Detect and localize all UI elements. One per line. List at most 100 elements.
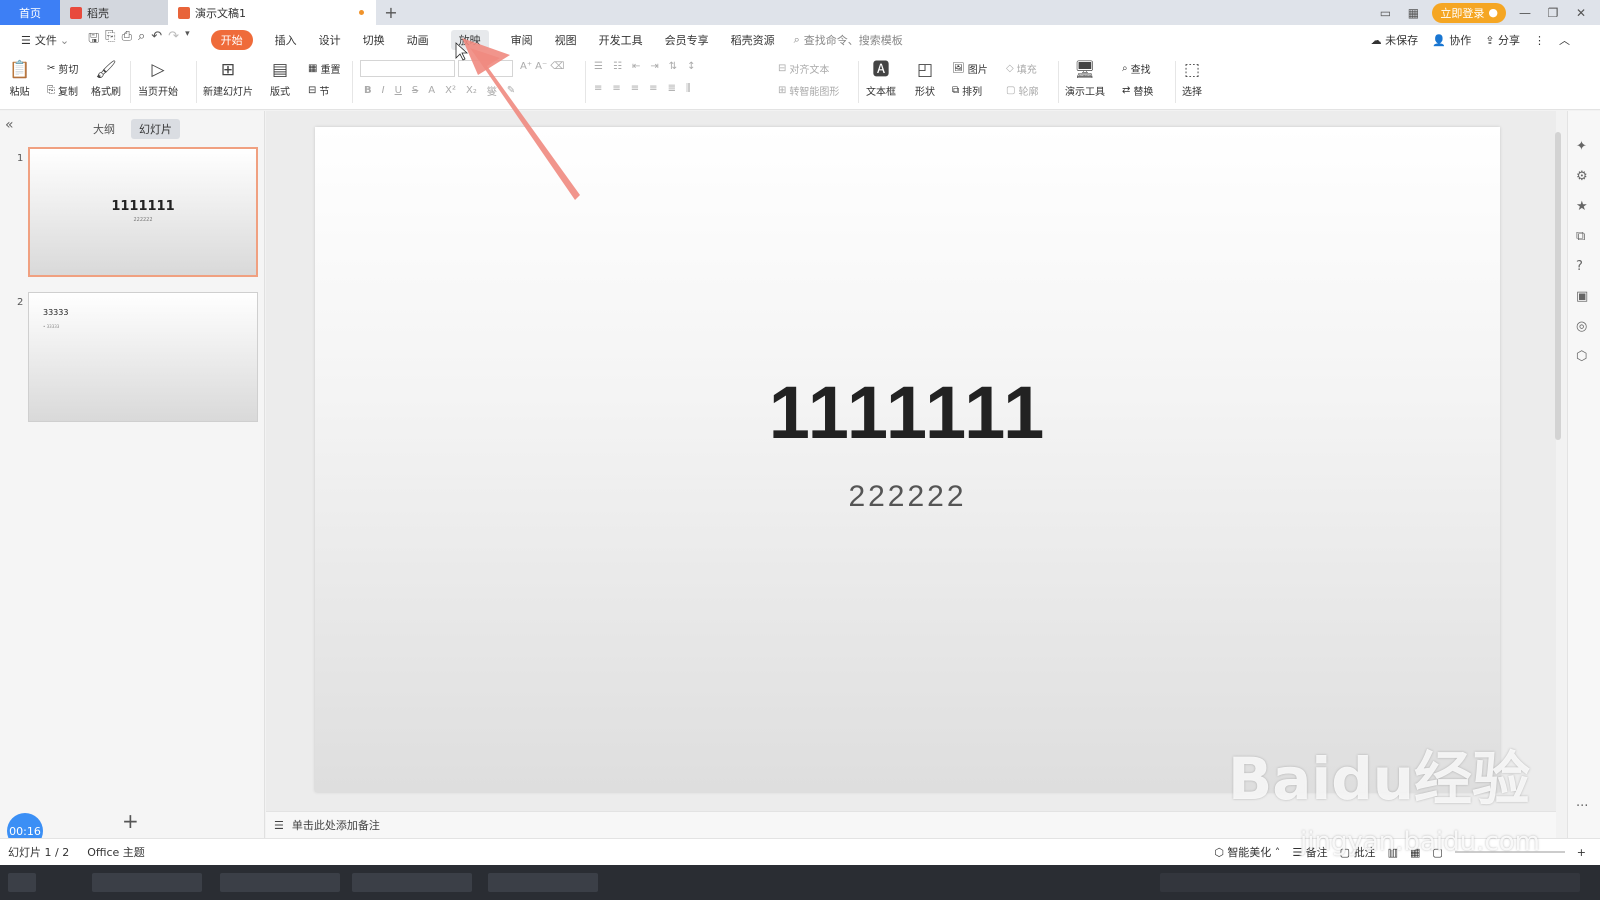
tab-resources[interactable]: 稻壳资源 bbox=[720, 25, 786, 55]
play-current-button[interactable]: ▷ 当页开始 bbox=[138, 59, 178, 98]
tab-slideshow-label: 放映 bbox=[450, 30, 489, 50]
minimize-icon[interactable]: — bbox=[1516, 6, 1534, 20]
layout-button[interactable]: ▤ 版式 bbox=[270, 59, 290, 98]
section-button[interactable]: ⊟ 节 bbox=[308, 83, 329, 98]
font-size-select[interactable] bbox=[458, 60, 513, 77]
find-icon: ⌕ bbox=[1122, 63, 1128, 74]
replace-button[interactable]: ⇄ 替换 bbox=[1122, 83, 1153, 98]
tab-home[interactable]: 首页 bbox=[0, 0, 60, 25]
export-icon[interactable]: ⎘ bbox=[105, 29, 115, 51]
paste-button[interactable]: 📋 粘贴 bbox=[9, 59, 30, 98]
start-icon[interactable] bbox=[8, 873, 36, 892]
format-painter-button[interactable]: 🖌 格式刷 bbox=[91, 59, 121, 98]
slide-title[interactable]: 1111111 bbox=[315, 370, 1500, 455]
shape-button[interactable]: ◰ 形状 bbox=[915, 59, 935, 98]
textbox-button[interactable]: 🅰 文本框 bbox=[866, 59, 896, 98]
scrollbar-thumb[interactable] bbox=[1555, 132, 1561, 440]
align-text-button[interactable]: ⊟ 对齐文本 bbox=[778, 61, 829, 76]
reset-button[interactable]: ▦ 重置 bbox=[308, 61, 340, 76]
text-style-controls[interactable]: B I U S A X² X₂ 燮 ✎ bbox=[364, 83, 515, 98]
share-button[interactable]: ⇪ 分享 bbox=[1485, 32, 1520, 48]
vertical-scrollbar[interactable] bbox=[1553, 120, 1563, 800]
more-options-icon[interactable]: ··· bbox=[1576, 799, 1588, 814]
play-current-label: 当页开始 bbox=[138, 87, 178, 98]
tab-animation[interactable]: 动画 bbox=[396, 25, 440, 55]
slide-subtitle[interactable]: 222222 bbox=[315, 480, 1500, 514]
tab-member[interactable]: 会员专享 bbox=[654, 25, 720, 55]
align-text-icon: ⊟ bbox=[778, 63, 787, 74]
close-icon[interactable]: ✕ bbox=[1572, 6, 1590, 20]
more-icon[interactable]: ⋮ bbox=[1534, 34, 1545, 47]
backup-icon[interactable]: ⧉ bbox=[1576, 229, 1585, 244]
tab-design[interactable]: 设计 bbox=[308, 25, 352, 55]
copy-button[interactable]: ⎘ 复制 bbox=[47, 83, 78, 98]
preview-icon[interactable]: ⌕ bbox=[138, 29, 145, 51]
zoom-in-icon[interactable]: + bbox=[1577, 846, 1586, 859]
underline-icon: U bbox=[394, 85, 402, 96]
slide-1-thumbnail[interactable]: 1111111 222222 bbox=[28, 147, 258, 277]
save-icon[interactable]: 🖫 bbox=[88, 29, 99, 51]
new-slide-button[interactable]: ⊞ 新建幻灯片 bbox=[203, 59, 253, 98]
font-family-select[interactable] bbox=[360, 60, 455, 77]
select-button[interactable]: ⬚ 选择 bbox=[1182, 59, 1202, 98]
picture-button[interactable]: 🖼 图片 bbox=[952, 61, 988, 76]
login-button[interactable]: 立即登录 ● bbox=[1432, 2, 1506, 23]
customize-icon[interactable]: ▾ bbox=[185, 29, 190, 51]
outline-button[interactable]: ▢ 轮廓 bbox=[1006, 83, 1038, 98]
collab-button[interactable]: 👤 协作 bbox=[1432, 32, 1471, 48]
tab-insert[interactable]: 插入 bbox=[264, 25, 308, 55]
font-size-controls[interactable]: A⁺ A⁻ ⌫ bbox=[520, 61, 564, 72]
taskbar-app-2[interactable] bbox=[220, 873, 340, 892]
collapse-ribbon-icon[interactable]: ︿ bbox=[1559, 32, 1570, 48]
file-menu[interactable]: ☰ 文件 ⌄ bbox=[10, 25, 80, 55]
new-tab-button[interactable]: + bbox=[376, 0, 406, 25]
tab-daoke[interactable]: 稻壳 bbox=[60, 0, 168, 25]
tab-start[interactable]: 开始 bbox=[200, 25, 264, 55]
align-controls[interactable]: ≡ ≡ ≡ ≡ ≣ ⫼ bbox=[594, 83, 691, 94]
list-controls[interactable]: ☰ ☷ ⇤ ⇥ ⇅ ↕ bbox=[594, 61, 696, 72]
slide-2-thumbnail[interactable]: 33333 • 33333 bbox=[28, 292, 258, 422]
apps-grid-icon[interactable]: ▦ bbox=[1404, 6, 1422, 20]
tab-presentation[interactable]: 演示文稿1 bbox=[168, 0, 376, 25]
tab-transition[interactable]: 切换 bbox=[352, 25, 396, 55]
style-icon[interactable]: ✦ bbox=[1576, 139, 1587, 154]
tab-developer[interactable]: 开发工具 bbox=[588, 25, 654, 55]
theme-name[interactable]: Office 主题 bbox=[87, 844, 145, 860]
find-button[interactable]: ⌕ 查找 bbox=[1122, 61, 1151, 76]
beautify-button[interactable]: ⬡ 智能美化 ˄ bbox=[1214, 844, 1280, 860]
redo-icon[interactable]: ↷ bbox=[168, 29, 179, 51]
help-icon[interactable]: ? bbox=[1576, 259, 1583, 274]
taskbar-app-4[interactable] bbox=[488, 873, 598, 892]
quick-access-toolbar: 🖫 ⎘ ⎙ ⌕ ↶ ↷ ▾ bbox=[88, 29, 190, 51]
cut-button[interactable]: ✂ 剪切 bbox=[47, 61, 78, 76]
unsaved-button[interactable]: ☁ 未保存 bbox=[1371, 32, 1419, 48]
animation-icon[interactable]: ★ bbox=[1576, 199, 1588, 214]
system-tray[interactable] bbox=[1160, 873, 1580, 892]
undo-icon[interactable]: ↶ bbox=[151, 29, 162, 51]
taskbar-app-1[interactable] bbox=[92, 873, 202, 892]
section-icon: ⊟ bbox=[308, 85, 317, 96]
subscript-icon: X₂ bbox=[465, 85, 477, 96]
fill-button[interactable]: ◇ 填充 bbox=[1006, 61, 1037, 76]
tab-view[interactable]: 视图 bbox=[544, 25, 588, 55]
add-slide-button[interactable]: + bbox=[122, 809, 139, 833]
properties-icon[interactable]: ⚙ bbox=[1576, 169, 1588, 184]
picture-tool-icon[interactable]: ▣ bbox=[1576, 289, 1588, 304]
tab-view-label: 视图 bbox=[554, 34, 577, 47]
justify-icon: ≡ bbox=[649, 83, 658, 94]
print-icon[interactable]: ⎙ bbox=[122, 29, 132, 51]
tab-slideshow[interactable]: 放映 bbox=[440, 25, 500, 55]
arrange-button[interactable]: ⧉ 排列 bbox=[952, 83, 982, 98]
taskbar-app-3[interactable] bbox=[352, 873, 472, 892]
current-slide[interactable]: 1111111 222222 bbox=[315, 127, 1500, 792]
package-icon[interactable]: ⬡ bbox=[1576, 349, 1587, 364]
tab-review[interactable]: 审阅 bbox=[500, 25, 544, 55]
restore-icon[interactable]: ❐ bbox=[1544, 6, 1562, 20]
outline-tab[interactable]: 大纲 bbox=[85, 119, 123, 139]
smart-art-button[interactable]: ⊞ 转智能图形 bbox=[778, 83, 839, 98]
layout-icon[interactable]: ▭ bbox=[1376, 6, 1394, 20]
present-tools-button[interactable]: 🖥 演示工具 bbox=[1065, 59, 1105, 98]
slides-tab[interactable]: 幻灯片 bbox=[131, 119, 180, 139]
command-search[interactable]: ⌕ 查找命令、搜索模板 bbox=[786, 32, 903, 48]
location-icon[interactable]: ◎ bbox=[1576, 319, 1587, 334]
